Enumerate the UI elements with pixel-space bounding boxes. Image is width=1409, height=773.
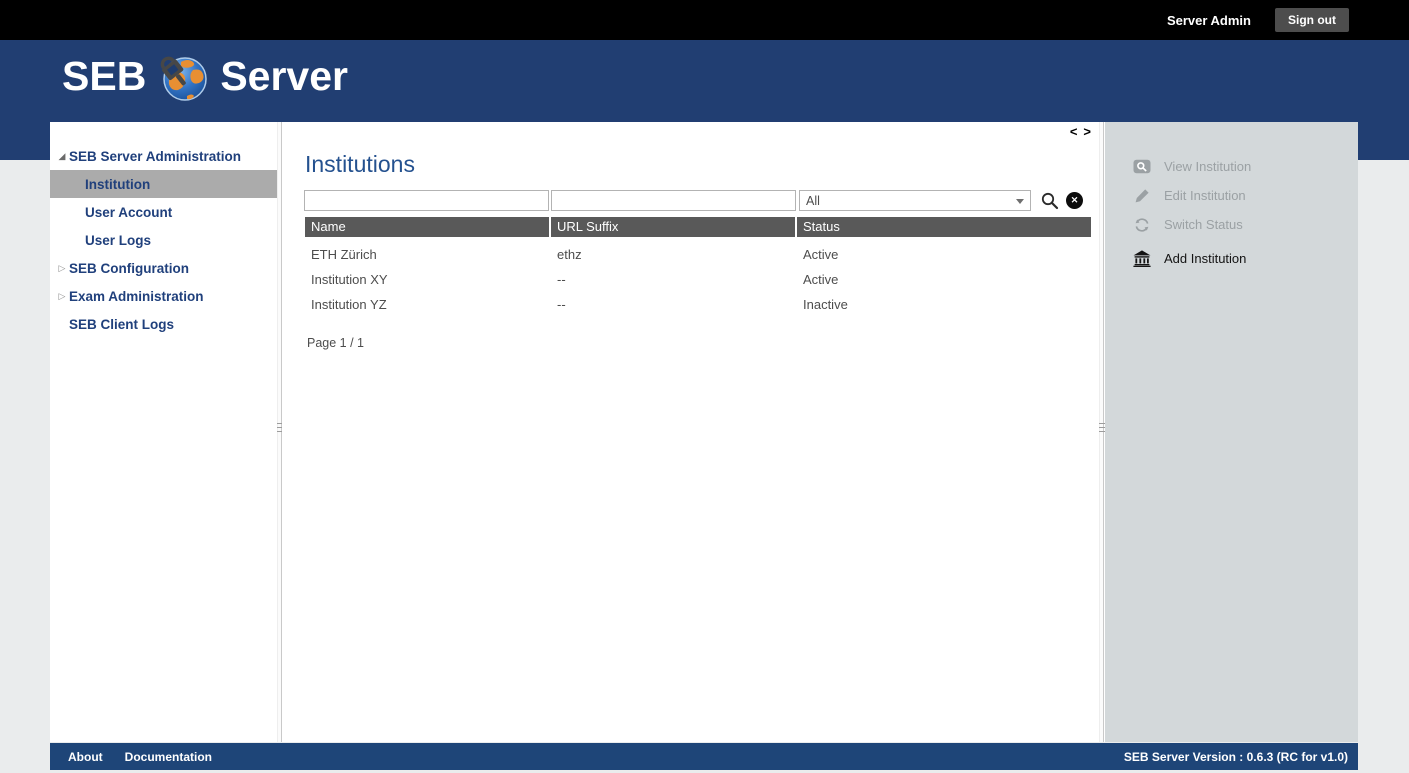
tree-collapsed-icon[interactable]: ▷	[55, 291, 69, 302]
search-icon	[1040, 191, 1059, 210]
sidebar-item-seb-client-logs[interactable]: SEB Client Logs	[50, 310, 277, 338]
cell-name: ETH Zürich	[305, 247, 551, 262]
status-filter-value: All	[806, 194, 820, 208]
pagination-label: Page 1 / 1	[307, 336, 364, 350]
status-filter-dropdown[interactable]: All	[799, 190, 1031, 211]
current-user-label: Server Admin	[1167, 13, 1251, 28]
topbar: Server Admin Sign out	[0, 0, 1409, 40]
switch-status-icon	[1133, 217, 1151, 233]
seb-globe-lock-logo-icon	[157, 50, 209, 102]
sidebar-item-label: User Account	[85, 205, 172, 220]
clear-filter-button[interactable]: ✕	[1066, 192, 1083, 209]
view-navigation: <>	[1067, 124, 1094, 139]
cell-name: Institution YZ	[305, 297, 551, 312]
table-row[interactable]: Institution YZ -- Inactive	[305, 292, 1091, 317]
institutions-table: ETH Zürich ethz Active Institution XY --…	[305, 242, 1091, 317]
search-button[interactable]	[1040, 191, 1059, 210]
sidebar-item-label: Institution	[85, 177, 150, 192]
content-window: ◢ SEB Server Administration Institution …	[50, 122, 1358, 742]
cell-status: Active	[797, 272, 1091, 287]
pencil-icon	[1133, 188, 1151, 204]
sidebar-item-label: SEB Client Logs	[69, 317, 174, 332]
action-label: Switch Status	[1164, 217, 1243, 232]
cell-url-suffix: ethz	[551, 247, 797, 262]
url-suffix-filter-input[interactable]	[551, 190, 796, 211]
app-logo: SEB Server	[62, 50, 348, 102]
sidebar-item-institution[interactable]: Institution	[50, 170, 277, 198]
cell-status: Active	[797, 247, 1091, 262]
logo-text-seb: SEB	[62, 56, 146, 97]
column-header-status[interactable]: Status	[797, 217, 1091, 237]
view-icon	[1133, 159, 1151, 174]
action-label: Edit Institution	[1164, 188, 1246, 203]
cell-url-suffix: --	[551, 272, 797, 287]
tree-expanded-icon[interactable]: ◢	[55, 151, 69, 162]
sidebar-item-label: Exam Administration	[69, 289, 204, 304]
action-label: View Institution	[1164, 159, 1251, 174]
add-institution-action[interactable]: Add Institution	[1105, 244, 1358, 273]
tree-collapsed-icon[interactable]: ▷	[55, 263, 69, 274]
logo-text-server: Server	[220, 56, 348, 97]
nav-back-icon[interactable]: <	[1067, 124, 1081, 139]
filter-row: All ✕	[304, 190, 1083, 211]
sidebar-item-label: SEB Configuration	[69, 261, 189, 276]
table-row[interactable]: Institution XY -- Active	[305, 267, 1091, 292]
close-icon: ✕	[1071, 195, 1079, 206]
sidebar-item-user-logs[interactable]: User Logs	[50, 226, 277, 254]
sidebar-item-seb-server-administration[interactable]: ◢ SEB Server Administration	[50, 142, 277, 170]
sidebar-item-label: SEB Server Administration	[69, 149, 241, 164]
sidebar-item-user-account[interactable]: User Account	[50, 198, 277, 226]
page-title: Institutions	[305, 151, 415, 178]
action-panel: View Institution Edit Institution Switch…	[1105, 122, 1358, 742]
about-link[interactable]: About	[68, 750, 103, 764]
switch-status-action: Switch Status	[1105, 210, 1358, 239]
view-institution-action: View Institution	[1105, 152, 1358, 181]
documentation-link[interactable]: Documentation	[125, 750, 212, 764]
table-row[interactable]: ETH Zürich ethz Active	[305, 242, 1091, 267]
institution-building-icon	[1133, 250, 1151, 267]
action-label: Add Institution	[1164, 251, 1246, 266]
name-filter-input[interactable]	[304, 190, 549, 211]
sidebar-item-seb-configuration[interactable]: ▷ SEB Configuration	[50, 254, 277, 282]
cell-url-suffix: --	[551, 297, 797, 312]
version-label: SEB Server Version : 0.6.3 (RC for v1.0)	[1124, 750, 1348, 764]
table-header: Name URL Suffix Status	[305, 217, 1091, 237]
sidebar-nav: ◢ SEB Server Administration Institution …	[50, 122, 277, 742]
actions-resize-sash[interactable]	[1099, 122, 1104, 742]
column-header-name[interactable]: Name	[305, 217, 551, 237]
cell-status: Inactive	[797, 297, 1091, 312]
column-header-url-suffix[interactable]: URL Suffix	[551, 217, 797, 237]
main-content: <> Institutions All ✕ Name URL Suffix St…	[282, 122, 1099, 742]
chevron-down-icon	[1016, 199, 1024, 208]
footer: About Documentation SEB Server Version :…	[50, 743, 1358, 770]
nav-forward-icon[interactable]: >	[1080, 124, 1094, 139]
cell-name: Institution XY	[305, 272, 551, 287]
sidebar-item-exam-administration[interactable]: ▷ Exam Administration	[50, 282, 277, 310]
sidebar-item-label: User Logs	[85, 233, 151, 248]
sign-out-button[interactable]: Sign out	[1275, 8, 1349, 32]
edit-institution-action: Edit Institution	[1105, 181, 1358, 210]
